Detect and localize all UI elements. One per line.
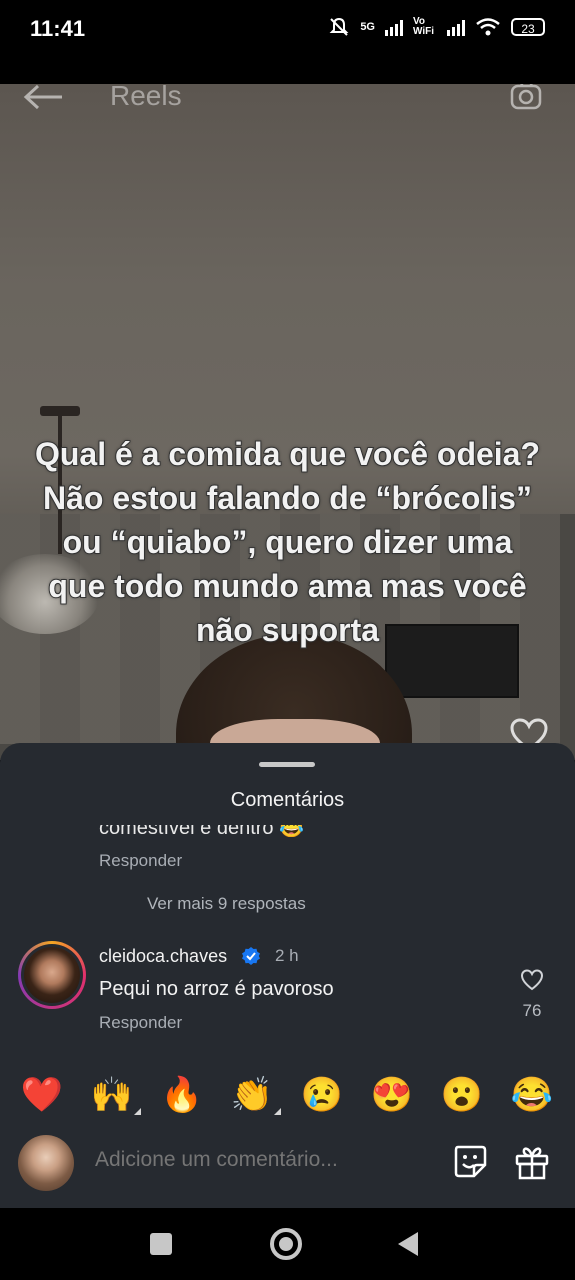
back-button[interactable]: [398, 1232, 418, 1256]
drag-handle[interactable]: [259, 762, 315, 767]
emoji-crying-button[interactable]: 😢: [299, 1073, 345, 1117]
heart-outline-icon[interactable]: [520, 969, 544, 991]
reel-video[interactable]: Reels Qual é a comida que você odeia? Nã…: [0, 84, 575, 760]
emoji-raising-hands-label: 🙌: [90, 1076, 134, 1114]
emoji-heart-button[interactable]: ❤️: [19, 1073, 65, 1117]
mute-bell-icon: [329, 17, 349, 36]
quick-emoji-reactions: ❤️ 🙌 🔥 👏 😢 😍 😮 😂: [0, 1073, 575, 1117]
signal-icon: [385, 18, 403, 36]
status-icons: 5G Vo WiFi 23: [328, 16, 545, 38]
status-time: 11:41: [30, 16, 86, 41]
emoji-clap-label: 👏: [230, 1076, 274, 1114]
skin-tone-indicator: [274, 1108, 281, 1115]
comment-username[interactable]: cleidoca.chaves: [99, 946, 227, 967]
sticker-icon[interactable]: [452, 1143, 488, 1179]
emoji-heart-eyes-button[interactable]: 😍: [369, 1073, 415, 1117]
comment-text: Pequi no arroz é pavoroso: [99, 978, 334, 1000]
system-nav-bar: [0, 1208, 575, 1280]
current-user-avatar: [18, 1135, 74, 1191]
video-caption-overlay: Qual é a comida que você odeia? Não esto…: [34, 435, 541, 649]
arrow-left-icon[interactable]: [22, 84, 66, 110]
reels-topbar: Reels: [0, 84, 575, 144]
gift-icon[interactable]: [513, 1143, 551, 1181]
recent-apps-button[interactable]: [150, 1233, 172, 1255]
comment-input[interactable]: [95, 1148, 415, 1172]
home-button[interactable]: [270, 1228, 302, 1260]
emoji-laughing-button[interactable]: 😂: [509, 1073, 555, 1117]
view-more-replies-link[interactable]: Ver mais 9 respostas: [147, 894, 306, 914]
page-title: Reels: [110, 84, 182, 111]
comment-time: 2 h: [275, 946, 299, 965]
reply-button[interactable]: Responder: [99, 1013, 182, 1033]
emoji-clap-button[interactable]: 👏: [229, 1073, 281, 1117]
signal-icon-2: [447, 18, 465, 36]
avatar[interactable]: [18, 941, 86, 1009]
wifi-icon: [476, 18, 500, 36]
comment-like-count: 76: [522, 1001, 542, 1020]
previous-comment-text: comestível é dentro 😂: [99, 817, 304, 837]
skin-tone-indicator: [134, 1108, 141, 1115]
avatar-photo: [24, 947, 80, 1003]
status-bar: 11:41 5G Vo WiFi 23: [0, 0, 575, 84]
sheet-title: Comentários: [230, 789, 345, 811]
emoji-fire-button[interactable]: 🔥: [159, 1073, 205, 1117]
battery-icon: 23: [511, 18, 545, 36]
emoji-surprised-button[interactable]: 😮: [439, 1073, 485, 1117]
camera-icon[interactable]: [509, 84, 545, 114]
emoji-raising-hands-button[interactable]: 🙌: [89, 1073, 141, 1117]
verified-badge-icon: [242, 947, 260, 965]
network-5g-label: 5G: [360, 21, 375, 33]
comments-sheet: Comentários comestível é dentro 😂 Respon…: [0, 743, 575, 1208]
reply-button[interactable]: Responder: [99, 851, 182, 871]
vowifi-label: Vo WiFi: [413, 16, 435, 37]
